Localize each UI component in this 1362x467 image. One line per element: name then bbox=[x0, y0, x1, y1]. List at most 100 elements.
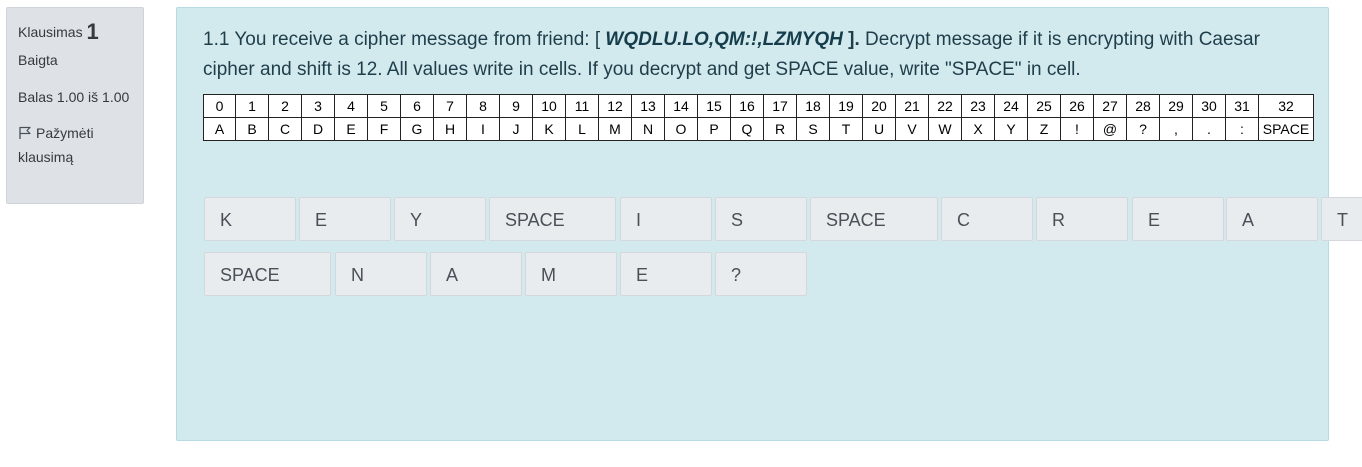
cipher-number-cell: 29 bbox=[1159, 94, 1193, 118]
cipher-symbol-cell: W bbox=[928, 117, 962, 141]
cipher-symbol-cell: S bbox=[796, 117, 830, 141]
question-number: 1 bbox=[86, 19, 99, 44]
cipher-symbol-cell: X bbox=[961, 117, 995, 141]
cipher-symbol-cell: K bbox=[532, 117, 566, 141]
answer-cell[interactable]: A bbox=[430, 252, 522, 296]
cipher-message-close: ]. bbox=[842, 29, 860, 50]
flag-question-link[interactable]: Pažymėti klausimą bbox=[18, 121, 132, 169]
cipher-symbol-cell: E bbox=[334, 117, 368, 141]
cipher-number-cell: 14 bbox=[664, 94, 698, 118]
cipher-symbol-cell: D bbox=[301, 117, 335, 141]
cipher-symbol-cell: L bbox=[565, 117, 599, 141]
cipher-symbol-cell: . bbox=[1192, 117, 1226, 141]
cipher-number-cell: 15 bbox=[697, 94, 731, 118]
cipher-symbol-cell: @ bbox=[1093, 117, 1127, 141]
cipher-number-cell: 30 bbox=[1192, 94, 1226, 118]
answer-cell[interactable]: SPACE bbox=[204, 252, 331, 296]
answer-cell[interactable]: E bbox=[1132, 197, 1224, 241]
cipher-number-cell: 8 bbox=[466, 94, 500, 118]
cipher-number-cell: 13 bbox=[631, 94, 665, 118]
cipher-symbol-cell: , bbox=[1159, 117, 1193, 141]
question-grade: Balas 1.00 iš 1.00 bbox=[18, 89, 130, 105]
cipher-number-cell: 3 bbox=[301, 94, 335, 118]
cipher-number-cell: 12 bbox=[598, 94, 632, 118]
cipher-number-cell: 11 bbox=[565, 94, 599, 118]
cipher-symbol-cell: Y bbox=[994, 117, 1028, 141]
cipher-symbol-cell: C bbox=[268, 117, 302, 141]
question-info-panel: Klausimas 1 Baigta Balas 1.00 iš 1.00 Pa… bbox=[6, 7, 144, 204]
question-state: Baigta bbox=[18, 52, 58, 68]
cipher-number-cell: 0 bbox=[203, 94, 236, 118]
cipher-symbol-cell: H bbox=[433, 117, 467, 141]
answer-cell[interactable]: SPACE bbox=[489, 197, 616, 241]
cipher-number-cell: 25 bbox=[1027, 94, 1061, 118]
cipher-number-cell: 20 bbox=[862, 94, 896, 118]
cipher-table-numbers-row: 0 1 2 3 4 5 6 7 8 9 10 11 12 13 14 15 16 17 18 19 20 21 22 23 24… bbox=[203, 94, 1314, 118]
cipher-symbol-cell: Z bbox=[1027, 117, 1061, 141]
answer-cell[interactable]: SPACE bbox=[810, 197, 938, 241]
cipher-number-cell: 27 bbox=[1093, 94, 1127, 118]
answer-cell[interactable]: E bbox=[620, 252, 712, 296]
cipher-symbol-cell: J bbox=[499, 117, 533, 141]
answer-cell[interactable]: I bbox=[620, 197, 712, 241]
answer-cell[interactable]: E bbox=[299, 197, 391, 241]
cipher-symbol-cell: U bbox=[862, 117, 896, 141]
flag-icon bbox=[18, 123, 32, 139]
cipher-number-cell: 7 bbox=[433, 94, 467, 118]
answer-cell[interactable]: C bbox=[941, 197, 1033, 241]
cipher-number-cell: 1 bbox=[235, 94, 269, 118]
cipher-number-cell: 16 bbox=[730, 94, 764, 118]
cipher-symbol-cell: : bbox=[1225, 117, 1259, 141]
answer-cell[interactable]: K bbox=[204, 197, 296, 241]
cipher-number-cell: 6 bbox=[400, 94, 434, 118]
cipher-symbol-cell: SPACE bbox=[1258, 117, 1314, 141]
cipher-table: 0 1 2 3 4 5 6 7 8 9 10 11 12 13 14 15 16 17 18 19 20 21 22 23 24… bbox=[203, 94, 1314, 141]
answer-cell[interactable]: ? bbox=[715, 252, 807, 296]
answer-cell[interactable]: R bbox=[1036, 197, 1128, 241]
cipher-symbol-cell: ? bbox=[1126, 117, 1160, 141]
cipher-symbol-cell: T bbox=[829, 117, 863, 141]
question-number-heading: Klausimas 1 bbox=[18, 18, 132, 46]
cipher-number-cell: 26 bbox=[1060, 94, 1094, 118]
cipher-number-cell: 23 bbox=[961, 94, 995, 118]
cipher-table-symbols-row: A B C D E F G H I J K L M N O P Q R S T U V W X Y Z! @?,.: SPACE bbox=[203, 117, 1314, 141]
cipher-number-cell: 10 bbox=[532, 94, 566, 118]
answer-cell[interactable]: S bbox=[715, 197, 807, 241]
question-formulation: 1.1 You receive a cipher message from fr… bbox=[176, 7, 1362, 441]
cipher-number-cell: 31 bbox=[1225, 94, 1259, 118]
cipher-number-cell: 24 bbox=[994, 94, 1028, 118]
cipher-symbol-cell: G bbox=[400, 117, 434, 141]
question-text: 1.1 You receive a cipher message from fr… bbox=[203, 25, 1313, 85]
cipher-symbol-cell: I bbox=[466, 117, 500, 141]
cipher-number-cell: 17 bbox=[763, 94, 797, 118]
cipher-symbol-cell: V bbox=[895, 117, 929, 141]
answer-cell[interactable]: N bbox=[335, 252, 427, 296]
cipher-number-cell: 18 bbox=[796, 94, 830, 118]
cipher-symbol-cell: M bbox=[598, 117, 632, 141]
answer-cell[interactable]: A bbox=[1226, 197, 1318, 241]
cipher-symbol-cell: Q bbox=[730, 117, 764, 141]
question-label: Klausimas bbox=[18, 24, 83, 40]
cipher-number-cell: 32 bbox=[1258, 94, 1314, 118]
cipher-symbol-cell: P bbox=[697, 117, 731, 141]
cipher-number-cell: 19 bbox=[829, 94, 863, 118]
cipher-symbol-cell: R bbox=[763, 117, 797, 141]
cipher-number-cell: 5 bbox=[367, 94, 401, 118]
cipher-symbol-cell: O bbox=[664, 117, 698, 141]
cipher-number-cell: 22 bbox=[928, 94, 962, 118]
cipher-number-cell: 21 bbox=[895, 94, 929, 118]
cipher-number-cell: 4 bbox=[334, 94, 368, 118]
cipher-symbol-cell: N bbox=[631, 117, 665, 141]
cipher-symbol-cell: ! bbox=[1060, 117, 1094, 141]
cipher-message: WQDLU.LO,QM:!,LZMYQH bbox=[605, 29, 843, 50]
answer-cell[interactable]: M bbox=[525, 252, 617, 296]
answer-cell[interactable]: Y bbox=[394, 197, 486, 241]
cipher-number-cell: 28 bbox=[1126, 94, 1160, 118]
cipher-number-cell: 2 bbox=[268, 94, 302, 118]
cipher-symbol-cell: A bbox=[203, 117, 236, 141]
cipher-symbol-cell: B bbox=[235, 117, 269, 141]
question-text-intro: 1.1 You receive a cipher message from fr… bbox=[203, 29, 606, 50]
cipher-number-cell: 9 bbox=[499, 94, 533, 118]
answer-cell[interactable]: T bbox=[1321, 197, 1362, 241]
cipher-symbol-cell: F bbox=[367, 117, 401, 141]
